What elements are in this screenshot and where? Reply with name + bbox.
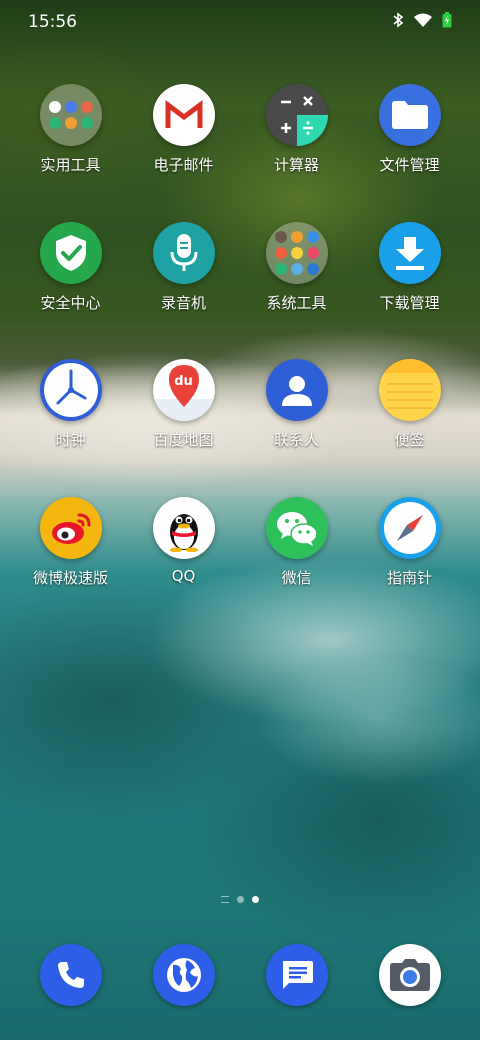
- app-security-center[interactable]: 安全中心: [14, 222, 127, 313]
- app-label: 计算器: [273, 156, 319, 174]
- app-download-manager[interactable]: 下载管理: [353, 222, 466, 313]
- calculator-icon: [265, 84, 328, 146]
- app-file-manager[interactable]: 文件管理: [353, 84, 466, 175]
- contact-person-icon: [265, 359, 328, 421]
- clock-icon: [39, 359, 102, 421]
- shield-check-icon: [39, 222, 102, 284]
- app-label: 文件管理: [379, 156, 440, 174]
- app-label: 联系人: [273, 431, 319, 449]
- app-notes[interactable]: 便签: [353, 359, 466, 450]
- app-contacts[interactable]: 联系人: [240, 359, 353, 450]
- app-label: 微博极速版: [32, 569, 108, 587]
- page-indicator-menu-icon: [221, 896, 229, 903]
- browser-globe-icon[interactable]: [153, 944, 215, 1006]
- app-qq[interactable]: QQ: [127, 497, 240, 585]
- app-label: 指南针: [386, 569, 432, 587]
- messages-icon[interactable]: [266, 944, 328, 1006]
- app-system-tools-folder[interactable]: 系统工具: [240, 222, 353, 313]
- app-wechat[interactable]: 微信: [240, 497, 353, 588]
- microphone-icon: [152, 222, 215, 284]
- utility-folder-icon: [39, 84, 102, 146]
- app-recorder[interactable]: 录音机: [127, 222, 240, 313]
- app-label: 安全中心: [40, 294, 101, 312]
- app-baidu-map[interactable]: du 百度地图: [127, 359, 240, 450]
- app-label: 电子邮件: [153, 156, 214, 174]
- bluetooth-icon: [392, 11, 404, 33]
- status-bar: 15:56: [0, 0, 480, 44]
- status-time: 15:56: [28, 12, 77, 32]
- page-dot: [237, 896, 244, 903]
- status-icons: [392, 11, 452, 33]
- download-icon: [378, 222, 441, 284]
- app-label: 微信: [281, 569, 312, 587]
- app-label: 系统工具: [266, 294, 327, 312]
- dock: [0, 944, 480, 1008]
- page-indicator[interactable]: [0, 896, 480, 903]
- notes-icon: [378, 359, 441, 421]
- camera-icon[interactable]: [379, 944, 441, 1006]
- wechat-icon: [265, 497, 328, 559]
- baidu-map-icon: du: [152, 359, 215, 421]
- app-weibo[interactable]: 微博极速版: [14, 497, 127, 588]
- wifi-icon: [414, 12, 432, 32]
- system-folder-icon: [265, 222, 328, 284]
- app-calculator[interactable]: 计算器: [240, 84, 353, 175]
- map-du-text: du: [174, 374, 193, 389]
- weibo-icon: [39, 497, 102, 559]
- app-label: 便签: [394, 431, 425, 449]
- app-label: 下载管理: [379, 294, 440, 312]
- qq-penguin-icon: [152, 497, 215, 559]
- app-utilities-folder[interactable]: 实用工具: [14, 84, 127, 175]
- app-label: 实用工具: [40, 156, 101, 174]
- app-email[interactable]: 电子邮件: [127, 84, 240, 175]
- compass-icon: [378, 497, 441, 559]
- page-dot-current: [252, 896, 259, 903]
- phone-icon[interactable]: [40, 944, 102, 1006]
- app-label: 时钟: [55, 431, 86, 449]
- battery-icon: [442, 11, 452, 33]
- gmail-icon: [152, 84, 215, 146]
- app-compass[interactable]: 指南针: [353, 497, 466, 588]
- folder-icon: [378, 84, 441, 146]
- app-clock[interactable]: 时钟: [14, 359, 127, 450]
- app-label: QQ: [171, 567, 196, 585]
- app-label: 录音机: [160, 294, 206, 312]
- app-label: 百度地图: [153, 431, 214, 449]
